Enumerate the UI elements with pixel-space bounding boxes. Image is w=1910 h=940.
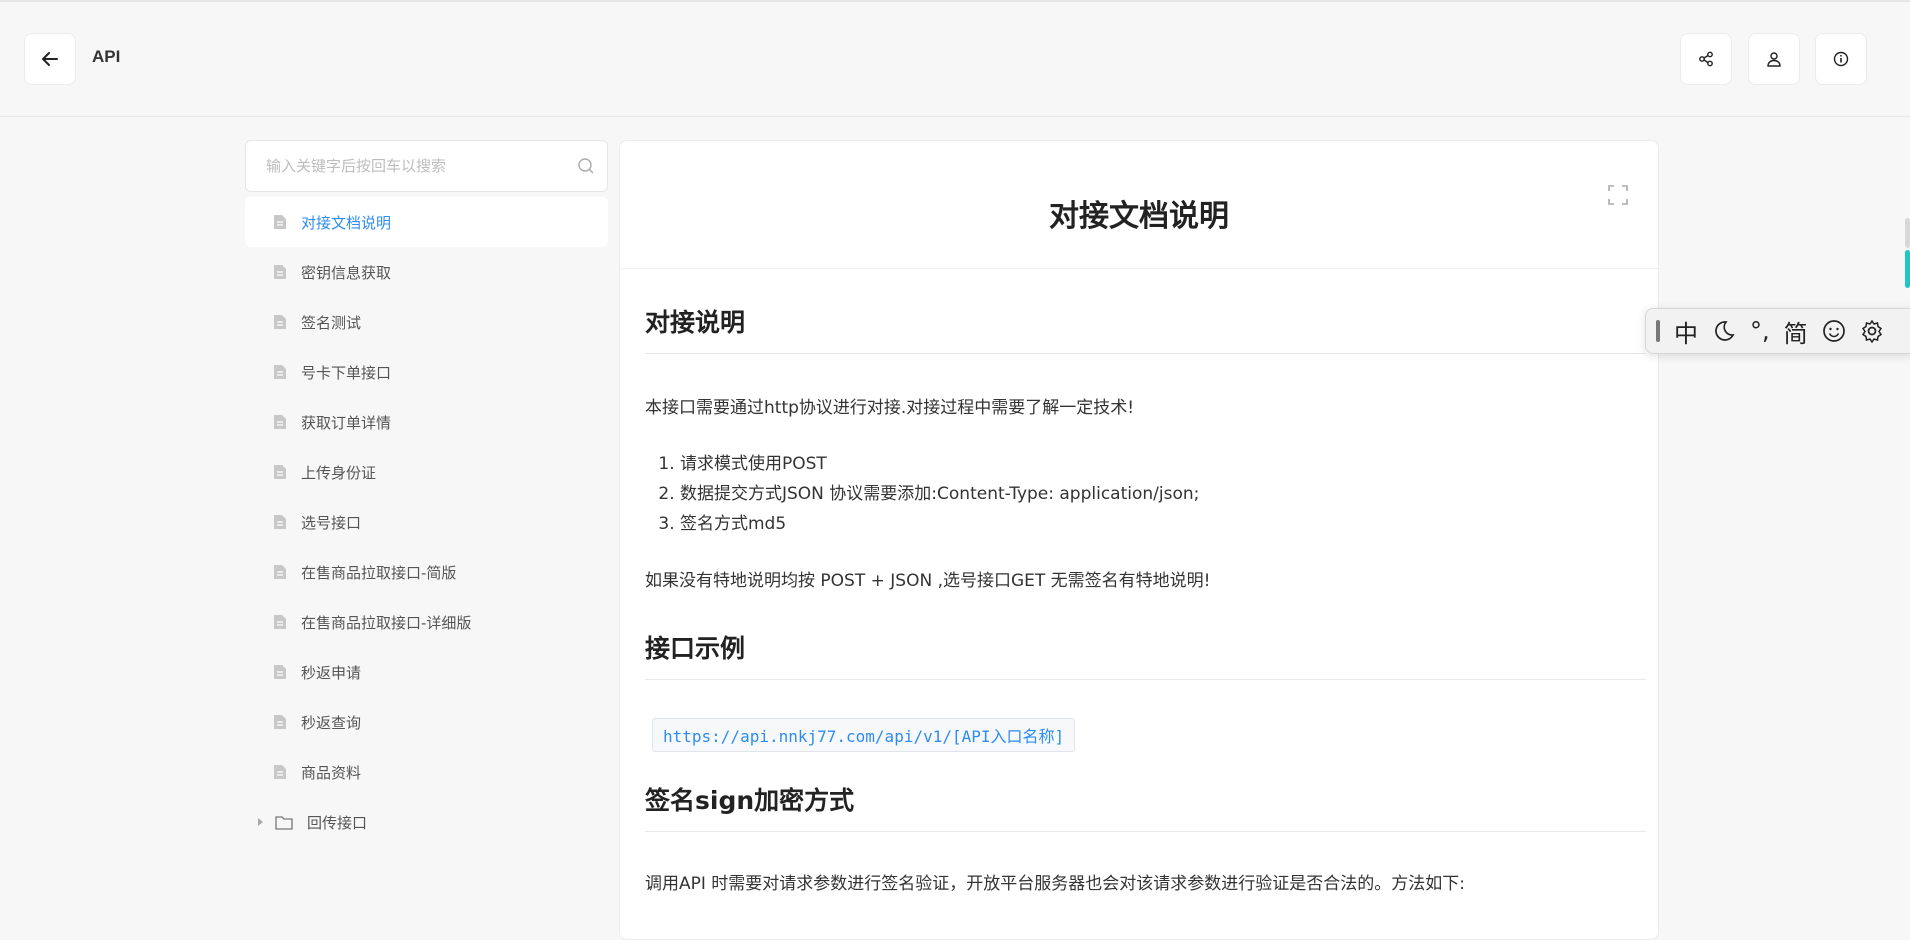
nav-item-label: 秒返申请 — [301, 663, 362, 682]
nav-item-label: 上传身份证 — [301, 463, 377, 482]
nav-item-product-info[interactable]: 商品资料 — [245, 747, 608, 797]
nav-item-label: 签名测试 — [301, 313, 362, 332]
nav-item-number-select[interactable]: 选号接口 — [245, 497, 608, 547]
search-icon[interactable] — [577, 157, 595, 175]
nav-item-label: 在售商品拉取接口-简版 — [301, 563, 457, 582]
document-icon — [273, 214, 287, 230]
document-icon — [273, 464, 287, 480]
doc-content: 对接文档说明 对接说明 本接口需要通过http协议进行对接.对接过程中需要了解一… — [619, 140, 1659, 940]
section-heading-example: 接口示例 — [645, 629, 1646, 680]
document-icon — [273, 314, 287, 330]
caret-right-icon[interactable] — [257, 817, 265, 827]
doc-title: 对接文档说明 — [1049, 199, 1229, 234]
document-icon — [273, 564, 287, 580]
moon-icon[interactable] — [1712, 319, 1736, 343]
back-button[interactable] — [24, 33, 76, 85]
nav-item-refund-apply[interactable]: 秒返申请 — [245, 647, 608, 697]
nav-item-label: 对接文档说明 — [301, 213, 392, 232]
info-icon — [1833, 51, 1849, 67]
nav-item-label: 商品资料 — [301, 763, 362, 782]
share-icon — [1699, 51, 1713, 67]
document-icon — [273, 514, 287, 530]
document-icon — [273, 364, 287, 380]
nav-folder-callback[interactable]: 回传接口 — [245, 797, 608, 847]
gear-icon[interactable] — [1860, 319, 1884, 343]
top-bar: API — [0, 0, 1910, 117]
nav-item-label: 获取订单详情 — [301, 413, 392, 432]
doc-nav: 对接文档说明 密钥信息获取 签名测试 号卡下单接口 获取订单详情 上传身份证 选… — [245, 197, 608, 847]
nav-item-docs-overview[interactable]: 对接文档说明 — [245, 197, 608, 247]
ime-toolbar: 中 °, 简 — [1645, 308, 1910, 354]
share-button[interactable] — [1680, 33, 1732, 85]
user-icon — [1767, 52, 1781, 67]
document-icon — [273, 614, 287, 630]
nav-item-refund-query[interactable]: 秒返查询 — [245, 697, 608, 747]
document-icon — [273, 414, 287, 430]
note-text: 如果没有特地说明均按 POST + JSON ,选号接口GET 无需签名有特地说… — [645, 571, 1211, 591]
sign-description: 调用API 时需要对请求参数进行签名验证，开放平台服务器也会对该请求参数进行验证… — [645, 874, 1466, 894]
example-url-code: https://api.nnkj77.com/api/v1/[API入口名称] — [652, 718, 1076, 752]
scrollbar-thumb[interactable] — [1905, 250, 1910, 288]
document-icon — [273, 664, 287, 680]
nav-item-label: 在售商品拉取接口-详细版 — [301, 613, 472, 632]
nav-item-key-info[interactable]: 密钥信息获取 — [245, 247, 608, 297]
script-toggle[interactable]: 简 — [1784, 314, 1808, 349]
search-box — [245, 140, 608, 192]
nav-item-label: 密钥信息获取 — [301, 263, 392, 282]
steps-list: 请求模式使用POST 数据提交方式JSON 协议需要添加:Content-Typ… — [680, 449, 1199, 539]
section-heading-integration: 对接说明 — [645, 303, 1646, 354]
nav-item-sign-test[interactable]: 签名测试 — [245, 297, 608, 347]
scrollbar-track[interactable] — [1905, 218, 1910, 248]
intro-text: 本接口需要通过http协议进行对接.对接过程中需要了解一定技术! — [645, 398, 1135, 418]
nav-item-upload-id[interactable]: 上传身份证 — [245, 447, 608, 497]
nav-item-products-simple[interactable]: 在售商品拉取接口-简版 — [245, 547, 608, 597]
list-item: 签名方式md5 — [680, 509, 1199, 539]
nav-item-label: 号卡下单接口 — [301, 363, 392, 382]
arrow-left-icon — [42, 52, 58, 66]
emoji-icon[interactable] — [1822, 319, 1846, 343]
search-input[interactable] — [246, 141, 556, 191]
section-heading-sign: 签名sign加密方式 — [645, 781, 1646, 832]
nav-item-label: 秒返查询 — [301, 713, 362, 732]
nav-item-label: 回传接口 — [307, 813, 368, 832]
document-icon — [273, 264, 287, 280]
list-item: 数据提交方式JSON 协议需要添加:Content-Type: applicat… — [680, 479, 1199, 509]
folder-icon — [275, 815, 293, 830]
ime-mode-toggle[interactable]: 中 — [1674, 314, 1698, 349]
document-icon — [273, 714, 287, 730]
list-item: 请求模式使用POST — [680, 449, 1199, 479]
drag-handle[interactable] — [1656, 320, 1660, 342]
fullscreen-icon[interactable] — [1608, 185, 1628, 205]
nav-item-order-api[interactable]: 号卡下单接口 — [245, 347, 608, 397]
user-button[interactable] — [1748, 33, 1800, 85]
app-title: API — [92, 47, 121, 66]
nav-item-products-detailed[interactable]: 在售商品拉取接口-详细版 — [245, 597, 608, 647]
document-icon — [273, 764, 287, 780]
punctuation-toggle[interactable]: °, — [1750, 317, 1770, 345]
nav-item-label: 选号接口 — [301, 513, 362, 532]
nav-item-order-detail[interactable]: 获取订单详情 — [245, 397, 608, 447]
doc-header: 对接文档说明 — [620, 141, 1658, 269]
info-button[interactable] — [1815, 33, 1867, 85]
